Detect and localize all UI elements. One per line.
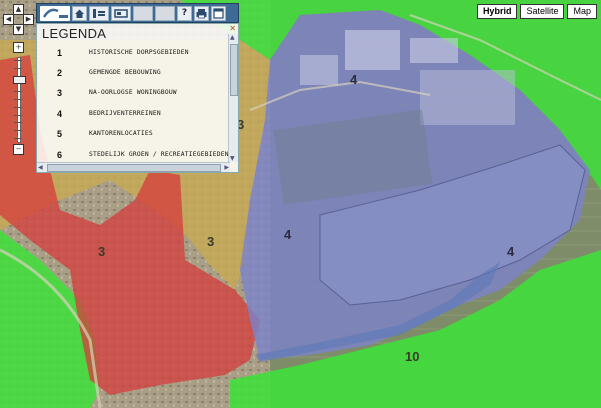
zoom-out-icon[interactable]: − <box>13 144 24 155</box>
legend-item-number: 1 <box>57 48 63 58</box>
zone-label: 4 <box>507 244 515 259</box>
scroll-down-icon[interactable]: ▼ <box>230 155 235 162</box>
zoom-slider-tick <box>14 138 22 139</box>
zoom-slider-tick <box>14 106 22 108</box>
zoom-slider-tick <box>14 67 22 69</box>
zoom-slider-tick <box>14 114 22 116</box>
pan-right-icon[interactable]: ▶ <box>23 14 34 25</box>
zoom-slider-thumb[interactable] <box>13 75 26 84</box>
legend-panel: LEGENDA ✕ 1 HISTORISCHE DORPSGEBIEDEN 2 … <box>36 23 239 173</box>
legend-item-number: 4 <box>57 109 63 119</box>
legend-item-number: 3 <box>57 88 63 98</box>
satellite-button[interactable]: Satellite <box>520 4 565 19</box>
window-icon[interactable] <box>211 5 226 21</box>
legend-horizontal-scroll-thumb[interactable] <box>47 164 221 172</box>
zoom-slider-tick <box>14 122 22 124</box>
map-type-controls: Hybrid Satellite Map <box>476 4 597 19</box>
close-icon[interactable]: ✕ <box>229 24 236 33</box>
hybrid-button[interactable]: Hybrid <box>476 4 518 19</box>
zoom-slider-tick <box>14 99 22 100</box>
zoom-slider-tick <box>14 130 22 132</box>
factory-building <box>410 38 458 63</box>
legend-item-label: KANTORENLOCATIES <box>89 130 153 137</box>
logo-icon[interactable] <box>40 5 70 21</box>
legend-item-label: HISTORISCHE DORPSGEBIEDEN <box>89 49 189 56</box>
factory-building <box>345 30 400 70</box>
zone-label: 4 <box>350 72 358 87</box>
zoom-in-icon[interactable]: + <box>13 42 24 53</box>
home-icon[interactable] <box>72 5 87 21</box>
pan-down-icon[interactable]: ▼ <box>13 24 24 35</box>
legend-title: LEGENDA <box>42 26 107 41</box>
legend-item-label: NA-OORLOGSE WONINGBOUW <box>89 89 177 96</box>
print-icon[interactable] <box>194 5 209 21</box>
zone-label: 3 <box>98 244 105 259</box>
legend-item: 2 GEMENGDE BEBOUWING <box>37 68 227 82</box>
legend-item-number: 6 <box>57 150 63 160</box>
scroll-up-icon[interactable]: ▲ <box>230 34 235 41</box>
scroll-right-icon[interactable]: ▶ <box>224 164 229 171</box>
legend-item-label: GEMENGDE BEBOUWING <box>89 69 161 76</box>
layer-icon[interactable] <box>111 5 131 21</box>
zone-label: 3 <box>207 234 214 249</box>
blank-button[interactable] <box>155 5 175 21</box>
legend-item: 5 KANTORENLOCATIES <box>37 129 227 143</box>
help-icon[interactable]: ? <box>177 5 192 21</box>
zone-label: 4 <box>284 227 292 242</box>
zone-label: 10 <box>405 349 419 364</box>
zoom-slider-tick <box>14 91 22 93</box>
legend-item: 3 NA-OORLOGSE WONINGBOUW <box>37 88 227 102</box>
pan-zoom-control: ▲ ◀ ▶ ▼ + − <box>0 0 40 160</box>
legend-item-label: STEDELIJK GROEN / RECREATIEGEBIEDEN <box>89 151 229 158</box>
scroll-left-icon[interactable]: ◀ <box>38 164 43 171</box>
legend-item-number: 2 <box>57 68 63 78</box>
legend-vertical-scroll-thumb[interactable] <box>230 44 238 96</box>
legend-vertical-scrollbar[interactable]: ▲ ▼ <box>228 34 238 162</box>
legend-item: 4 BEDRIJVENTERREINEN <box>37 109 227 123</box>
factory-building <box>300 55 338 85</box>
legend-item: 1 HISTORISCHE DORPSGEBIEDEN <box>37 48 227 62</box>
zoom-slider-tick <box>14 60 22 61</box>
legend-item-label: BEDRIJVENTERREINEN <box>89 110 161 117</box>
map-toolbar: ? <box>36 3 239 23</box>
factory-building <box>420 70 515 125</box>
legend-item-number: 5 <box>57 129 63 139</box>
info-icon[interactable] <box>89 5 109 21</box>
map-button[interactable]: Map <box>567 4 597 19</box>
blank-button[interactable] <box>133 5 153 21</box>
legend-horizontal-scrollbar[interactable]: ◀ ▶ <box>37 162 230 172</box>
